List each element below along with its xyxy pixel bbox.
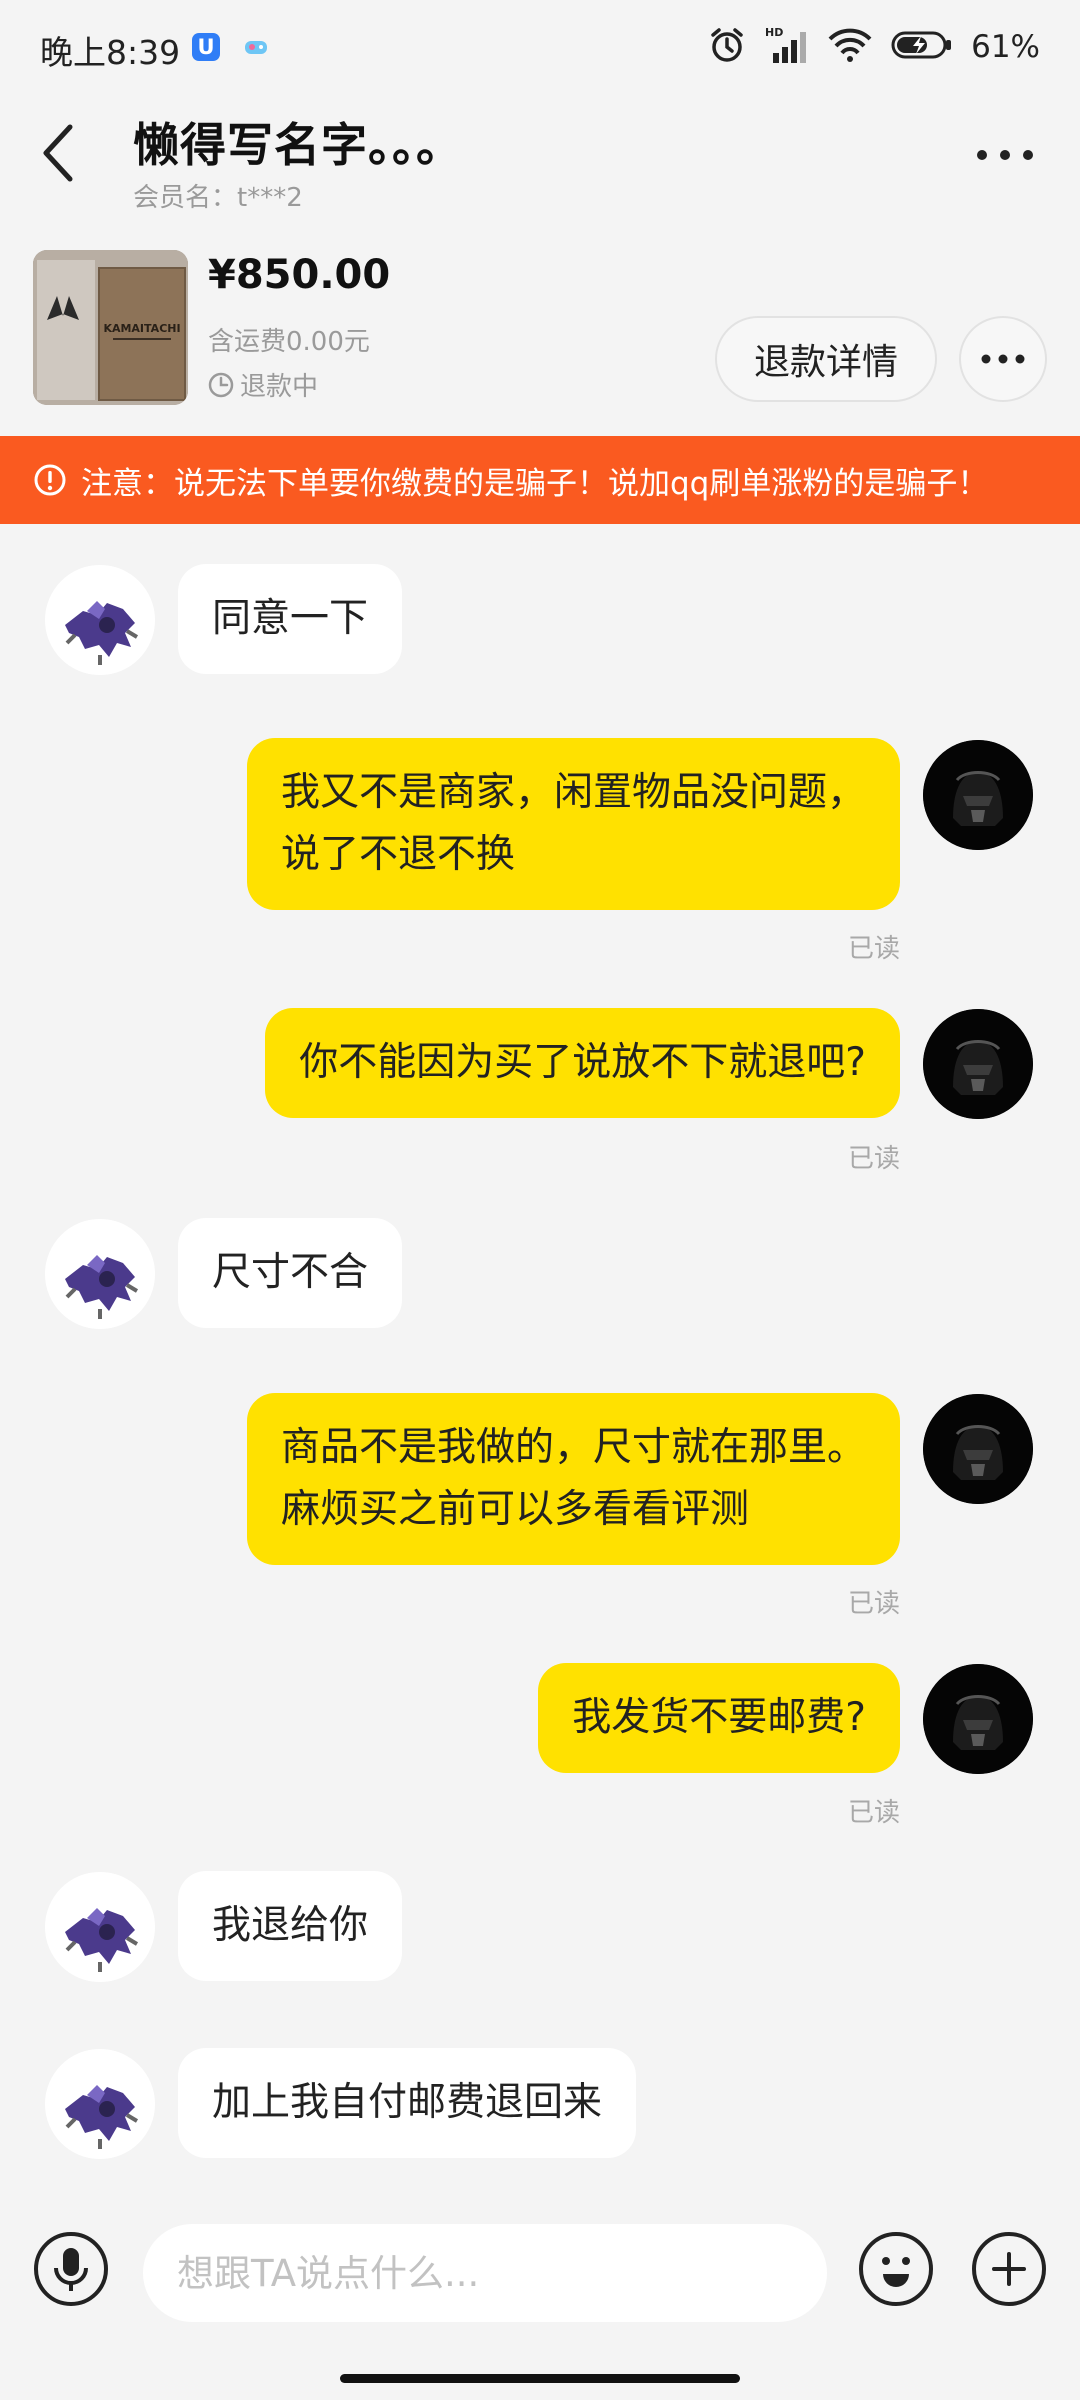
- my-avatar[interactable]: [923, 1009, 1033, 1119]
- message-bubble[interactable]: 我又不是商家，闲置物品没问题， 说了不退不换: [246, 738, 900, 910]
- my-avatar[interactable]: [923, 1394, 1033, 1504]
- voice-button[interactable]: [32, 2230, 110, 2308]
- add-attachment-button[interactable]: [970, 2230, 1048, 2308]
- battery-icon: [891, 29, 953, 65]
- scam-warning-banner: 注意：说无法下单要你缴费的是骗子！说加qq刷单涨粉的是骗子！: [0, 436, 1080, 524]
- product-price: ¥850.00: [208, 252, 391, 298]
- product-card[interactable]: KAMAITACHI ¥850.00 含运费0.00元 退款中 退款详情: [0, 230, 1080, 435]
- message-text: 我又不是商家，闲置物品没问题，: [280, 770, 866, 815]
- refund-status-text: 退款中: [240, 372, 319, 402]
- product-more-button[interactable]: [959, 316, 1047, 402]
- input-bar: [0, 2198, 1080, 2338]
- message-text: 我退给你: [212, 1903, 369, 1948]
- warning-icon: [34, 464, 66, 496]
- product-thumbnail[interactable]: KAMAITACHI: [33, 250, 188, 405]
- contact-avatar[interactable]: [45, 1219, 155, 1329]
- thumbnail-brand: KAMAITACHI: [103, 322, 180, 335]
- message-text: 尺寸不合: [212, 1250, 369, 1295]
- more-icon: [981, 354, 1025, 364]
- home-indicator[interactable]: [340, 2374, 740, 2383]
- message-bubble[interactable]: 我退给你: [178, 1871, 403, 1981]
- warning-text: 注意：说无法下单要你缴费的是骗子！说加qq刷单涨粉的是骗子！: [81, 465, 989, 502]
- message-text: 麻烦买之前可以多看看评测: [280, 1487, 749, 1532]
- status-time: 晚上8:39: [40, 33, 181, 72]
- battery-percent: 61%: [971, 29, 1040, 65]
- message-input[interactable]: [143, 2224, 827, 2322]
- chat-title: 懒得写名字。。。: [133, 118, 463, 172]
- message-text: 我发货不要邮费?: [572, 1695, 866, 1740]
- contact-avatar[interactable]: [45, 1872, 155, 1982]
- app-u-icon: [192, 33, 220, 61]
- emoji-button[interactable]: [857, 2230, 935, 2308]
- emoji-icon: [859, 2232, 933, 2306]
- message-bubble[interactable]: 我发货不要邮费?: [538, 1663, 900, 1773]
- clock-icon: [208, 372, 234, 397]
- message-bubble[interactable]: 同意一下: [178, 564, 403, 674]
- contact-avatar[interactable]: [45, 2049, 155, 2159]
- message-text: 同意一下: [212, 596, 369, 641]
- read-receipt: 已读: [847, 1144, 900, 1174]
- signal-icon: HD: [765, 25, 809, 69]
- message-bubble[interactable]: 加上我自付邮费退回来: [178, 2048, 637, 2158]
- read-receipt: 已读: [847, 1798, 900, 1828]
- chat-header: 懒得写名字。。。 会员名：t***2: [0, 95, 1080, 230]
- read-receipt: 已读: [847, 1589, 900, 1619]
- message-text: 加上我自付邮费退回来: [212, 2080, 603, 2125]
- status-bar: 晚上8:39 HD 61%: [0, 0, 1080, 95]
- microphone-icon: [34, 2232, 108, 2306]
- refund-details-button[interactable]: 退款详情: [715, 316, 937, 402]
- read-receipt: 已读: [847, 934, 900, 964]
- message-bubble[interactable]: 尺寸不合: [178, 1218, 403, 1328]
- wifi-icon: [827, 25, 873, 69]
- plus-icon: [972, 2232, 1046, 2306]
- member-name: 会员名：t***2: [133, 183, 303, 213]
- message-text: 说了不退不换: [280, 832, 515, 877]
- contact-avatar[interactable]: [45, 565, 155, 675]
- message-text: 你不能因为买了说放不下就退吧?: [299, 1040, 866, 1085]
- my-avatar[interactable]: [923, 740, 1033, 850]
- back-button[interactable]: [30, 115, 90, 185]
- shipping-info: 含运费0.00元: [208, 327, 370, 357]
- status-icons: HD 61%: [707, 22, 1040, 72]
- my-avatar[interactable]: [923, 1664, 1033, 1774]
- message-text: 商品不是我做的，尺寸就在那里。: [280, 1425, 866, 1470]
- chevron-left-icon: [43, 124, 73, 182]
- message-bubble[interactable]: 商品不是我做的，尺寸就在那里。 麻烦买之前可以多看看评测: [246, 1393, 900, 1565]
- svg-text:HD: HD: [765, 26, 783, 39]
- refund-status: 退款中: [208, 366, 318, 403]
- game-icon: [242, 33, 270, 61]
- message-bubble[interactable]: 你不能因为买了说放不下就退吧?: [265, 1008, 900, 1118]
- alarm-icon: [707, 25, 747, 69]
- more-icon: [977, 150, 1033, 160]
- more-options-button[interactable]: [970, 135, 1040, 175]
